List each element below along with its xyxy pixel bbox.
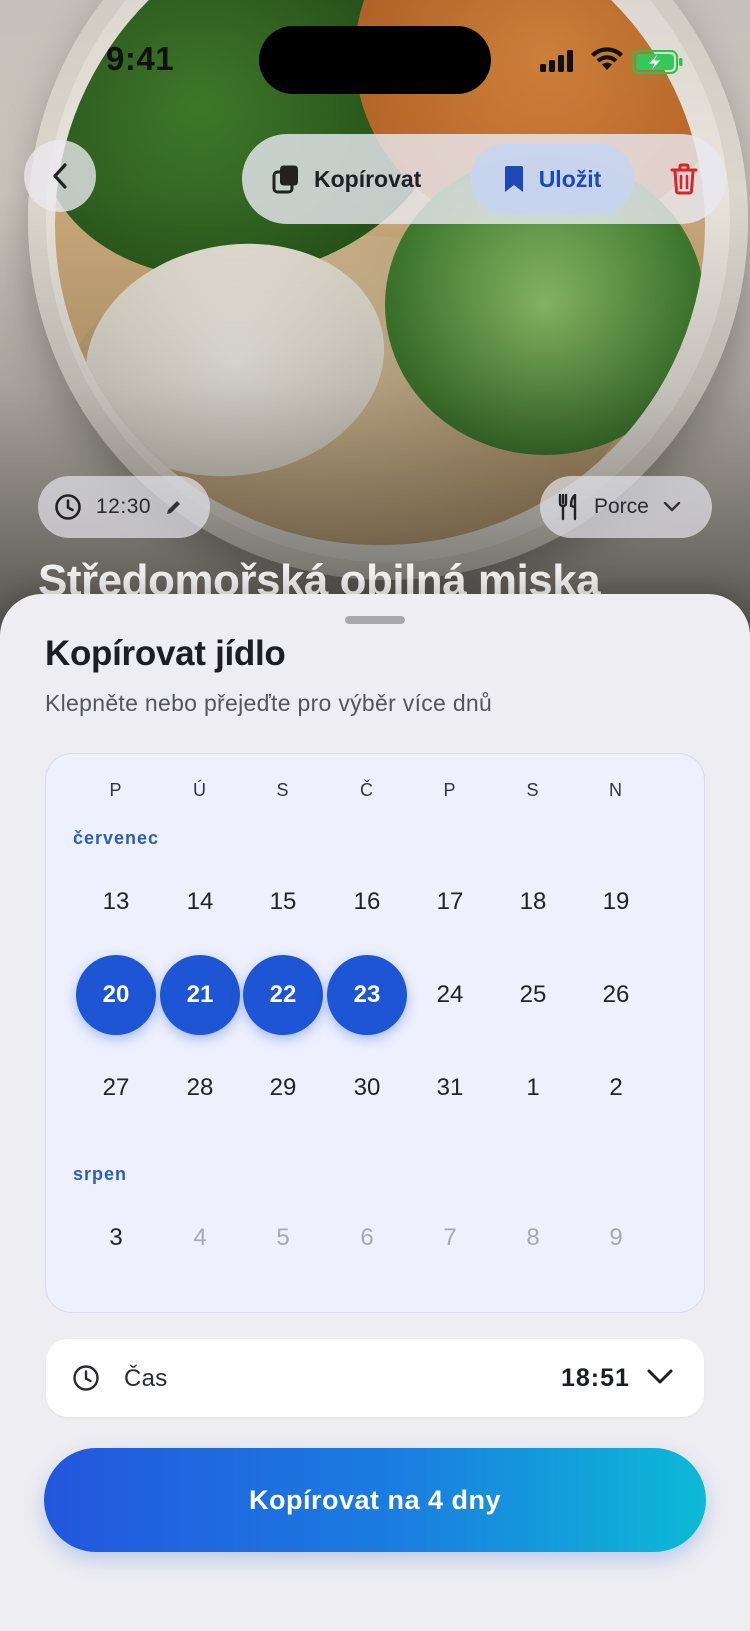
copy-confirm-label: Kopírovat na 4 dny bbox=[248, 1484, 502, 1515]
weekday-header: PÚSČPSN bbox=[46, 780, 704, 810]
chevron-down-icon bbox=[647, 1369, 673, 1384]
calendar-day[interactable]: 18 bbox=[493, 862, 573, 942]
calendar-day-selected[interactable]: 21 bbox=[160, 955, 240, 1035]
status-time: 9:41 bbox=[106, 40, 175, 77]
weekday-label: P bbox=[443, 780, 457, 800]
calendar-day-selected[interactable]: 22 bbox=[243, 955, 323, 1035]
calendar-day[interactable]: 25 bbox=[493, 955, 573, 1035]
calendar-day: 9 bbox=[609, 1224, 623, 1251]
weekday-label: Ú bbox=[193, 780, 207, 800]
portion-label: Porce bbox=[594, 495, 649, 518]
fork-knife-icon bbox=[558, 493, 577, 521]
weekday-label: S bbox=[276, 780, 290, 800]
meal-time-chip[interactable]: 12:30 bbox=[38, 476, 210, 538]
battery-charging-icon bbox=[632, 50, 683, 74]
calendar-day-selected[interactable]: 23 bbox=[327, 955, 407, 1035]
clock-icon bbox=[73, 1365, 99, 1391]
calendar-day: 7 bbox=[443, 1224, 457, 1251]
date-picker-calendar: PÚSČPSN červenec 13 14 15 16 17 18 19 20 21 22 23 24… bbox=[46, 754, 704, 1312]
trash-icon bbox=[670, 163, 698, 195]
calendar-day[interactable]: 17 bbox=[410, 862, 490, 942]
calendar-day[interactable]: 31 bbox=[410, 1048, 490, 1128]
weekday-label: P bbox=[109, 780, 123, 800]
meal-actions-bar: Kopírovat Uložit bbox=[242, 134, 726, 224]
weekday-label: S bbox=[526, 780, 540, 800]
calendar-day[interactable]: 1 bbox=[493, 1048, 573, 1128]
calendar-day[interactable]: 13 bbox=[76, 862, 156, 942]
calendar-day[interactable]: 27 bbox=[76, 1048, 156, 1128]
calendar-day[interactable]: 14 bbox=[160, 862, 240, 942]
sheet-subtitle: Klepněte nebo přejeďte pro výběr více dn… bbox=[45, 690, 493, 716]
copy-label: Kopírovat bbox=[314, 165, 422, 192]
calendar-day-selected[interactable]: 20 bbox=[76, 955, 156, 1035]
calendar-day[interactable]: 30 bbox=[327, 1048, 407, 1128]
calendar-day[interactable]: 3 bbox=[76, 1198, 156, 1278]
delete-button[interactable] bbox=[662, 134, 706, 224]
status-bar: 9:41 bbox=[0, 0, 750, 110]
bookmark-icon bbox=[504, 166, 523, 192]
copy-confirm-button[interactable]: Kopírovat na 4 dny bbox=[44, 1448, 706, 1552]
time-field-label: Čas bbox=[124, 1365, 168, 1392]
copy-meal-sheet: Kopírovat jídlo Klepněte nebo přejeďte p… bbox=[0, 594, 750, 1631]
calendar-day: 6 bbox=[360, 1224, 374, 1251]
copy-icon bbox=[272, 165, 298, 194]
calendar-day: 5 bbox=[276, 1224, 290, 1251]
pencil-icon bbox=[167, 501, 181, 514]
calendar-day[interactable]: 24 bbox=[410, 955, 490, 1035]
calendar-day[interactable]: 29 bbox=[243, 1048, 323, 1128]
dynamic-island bbox=[259, 26, 491, 94]
wifi-icon bbox=[591, 47, 623, 70]
clock-icon bbox=[55, 494, 81, 520]
copy-button[interactable]: Kopírovat bbox=[272, 134, 421, 224]
calendar-day: 4 bbox=[193, 1224, 207, 1251]
save-label: Uložit bbox=[538, 165, 602, 192]
cellular-signal-icon bbox=[540, 50, 573, 72]
month-label: srpen bbox=[73, 1164, 128, 1184]
time-field-value: 18:51 bbox=[561, 1364, 630, 1392]
weekday-label: N bbox=[609, 780, 623, 800]
calendar-day[interactable]: 16 bbox=[327, 862, 407, 942]
month-label: červenec bbox=[73, 828, 160, 848]
time-field[interactable]: Čas 18:51 bbox=[46, 1339, 704, 1417]
calendar-day[interactable]: 2 bbox=[576, 1048, 656, 1128]
calendar-day[interactable]: 15 bbox=[243, 862, 323, 942]
portion-selector[interactable]: Porce bbox=[540, 476, 712, 538]
sheet-grabber[interactable] bbox=[345, 616, 405, 624]
calendar-day[interactable]: 26 bbox=[576, 955, 656, 1035]
meal-time-value: 12:30 bbox=[96, 495, 152, 518]
weekday-label: Č bbox=[360, 780, 374, 800]
calendar-day[interactable]: 19 bbox=[576, 862, 656, 942]
calendar-day[interactable]: 28 bbox=[160, 1048, 240, 1128]
calendar-day: 8 bbox=[526, 1224, 540, 1251]
back-button[interactable] bbox=[24, 140, 96, 212]
sheet-title: Kopírovat jídlo bbox=[45, 634, 286, 673]
save-button[interactable]: Uložit bbox=[470, 144, 634, 214]
chevron-down-icon bbox=[663, 501, 681, 512]
chevron-left-icon bbox=[53, 163, 67, 189]
